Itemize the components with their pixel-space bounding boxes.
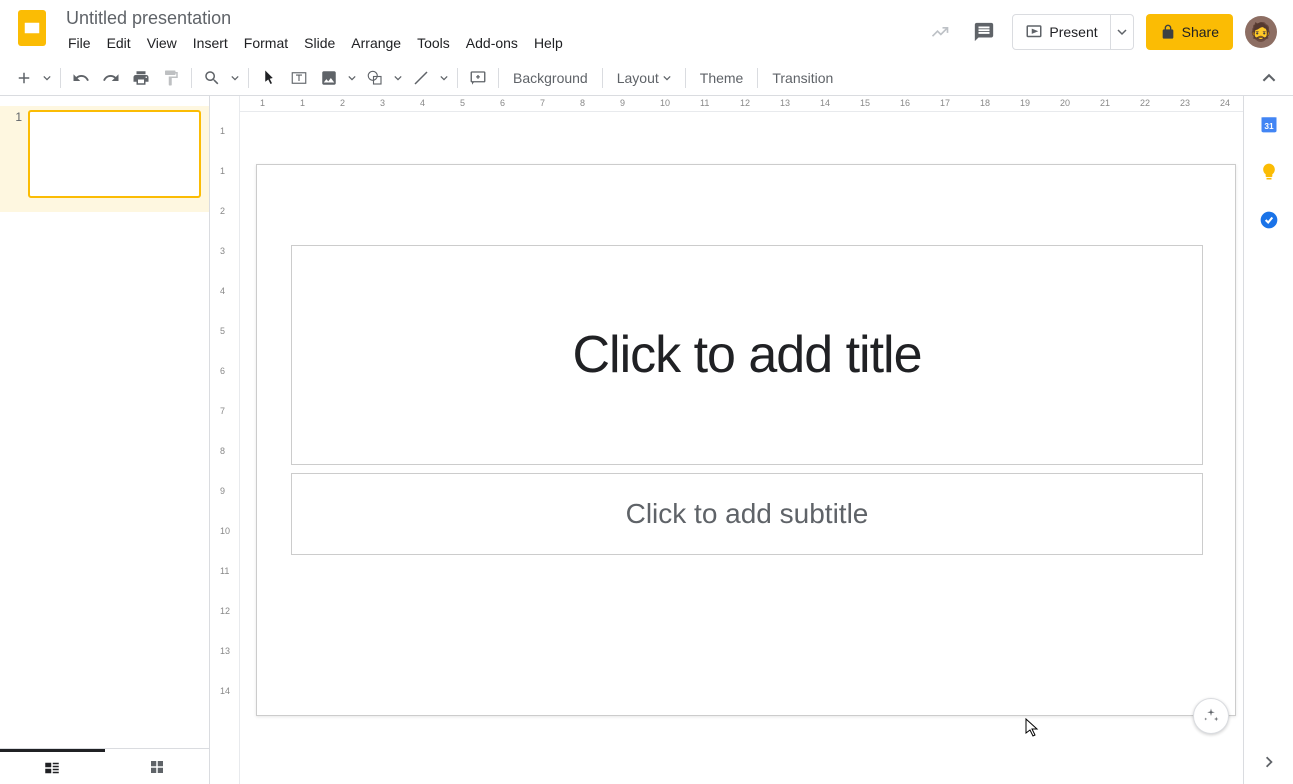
chevron-down-icon [663, 74, 671, 82]
header: Untitled presentation File Edit View Ins… [0, 0, 1293, 60]
textbox-tool[interactable] [285, 64, 313, 92]
slide-thumb-image [28, 110, 201, 198]
image-tool[interactable] [315, 64, 343, 92]
slide-canvas[interactable]: Click to add title Click to add subtitle [256, 164, 1236, 716]
editor-main: 1123456789101112131415161718192021222324… [240, 96, 1243, 784]
chevron-down-icon [1117, 27, 1127, 37]
present-icon [1025, 23, 1043, 41]
slide-number: 1 [8, 110, 28, 198]
image-dropdown[interactable] [345, 64, 359, 92]
line-dropdown[interactable] [437, 64, 451, 92]
tasks-icon[interactable] [1259, 210, 1279, 230]
zoom-button[interactable] [198, 64, 226, 92]
layout-button[interactable]: Layout [609, 64, 679, 92]
comment-tool[interactable] [464, 64, 492, 92]
menubar: File Edit View Insert Format Slide Arran… [60, 31, 924, 55]
new-slide-button[interactable] [10, 64, 38, 92]
present-label: Present [1049, 24, 1097, 40]
toolbar: Background Layout Theme Transition [0, 60, 1293, 96]
new-slide-dropdown[interactable] [40, 64, 54, 92]
horizontal-ruler[interactable]: 1123456789101112131415161718192021222324… [240, 96, 1243, 112]
document-title[interactable]: Untitled presentation [60, 6, 237, 30]
subtitle-placeholder-box[interactable]: Click to add subtitle [291, 473, 1203, 555]
keep-icon[interactable] [1259, 162, 1279, 182]
slides-logo-icon[interactable] [12, 8, 52, 48]
separator [248, 68, 249, 88]
separator [685, 68, 686, 88]
menu-file[interactable]: File [60, 31, 99, 55]
activity-icon[interactable] [924, 16, 956, 48]
separator [60, 68, 61, 88]
select-tool[interactable] [255, 64, 283, 92]
present-button[interactable]: Present [1013, 15, 1109, 49]
menu-addons[interactable]: Add-ons [458, 31, 526, 55]
explore-button[interactable] [1193, 698, 1229, 734]
theme-button[interactable]: Theme [692, 64, 752, 92]
zoom-dropdown[interactable] [228, 64, 242, 92]
separator [757, 68, 758, 88]
side-panel-expand[interactable] [1263, 756, 1275, 768]
svg-text:31: 31 [1264, 121, 1274, 131]
title-area: Untitled presentation File Edit View Ins… [60, 8, 924, 55]
separator [457, 68, 458, 88]
separator [498, 68, 499, 88]
slide-thumbnail-1[interactable]: 1 [0, 106, 209, 212]
canvas-area[interactable]: Click to add title Click to add subtitle [240, 112, 1243, 748]
menu-view[interactable]: View [139, 31, 185, 55]
grid-view-button[interactable] [105, 749, 210, 784]
main: 1 11234567891011121314 11234567891011121… [0, 96, 1293, 784]
line-tool[interactable] [407, 64, 435, 92]
title-placeholder-box[interactable]: Click to add title [291, 245, 1203, 465]
lock-icon [1160, 24, 1176, 40]
print-button[interactable] [127, 64, 155, 92]
collapse-toolbar-button[interactable] [1255, 64, 1283, 92]
menu-tools[interactable]: Tools [409, 31, 458, 55]
filmstrip-view-button[interactable] [0, 749, 105, 784]
share-label: Share [1182, 24, 1219, 40]
title-placeholder-text: Click to add title [572, 325, 921, 385]
user-avatar[interactable]: 🧔 [1245, 16, 1277, 48]
background-button[interactable]: Background [505, 64, 596, 92]
comments-icon[interactable] [968, 16, 1000, 48]
menu-slide[interactable]: Slide [296, 31, 343, 55]
menu-arrange[interactable]: Arrange [343, 31, 409, 55]
header-actions: Present Share 🧔 [924, 8, 1277, 50]
share-button[interactable]: Share [1146, 14, 1233, 50]
filmstrip-footer [0, 748, 209, 784]
calendar-icon[interactable]: 31 [1259, 114, 1279, 134]
present-dropdown[interactable] [1110, 15, 1133, 49]
redo-button[interactable] [97, 64, 125, 92]
undo-button[interactable] [67, 64, 95, 92]
filmstrip: 1 [0, 96, 210, 784]
layout-label: Layout [617, 70, 659, 86]
vertical-ruler[interactable]: 11234567891011121314 [210, 96, 240, 784]
menu-format[interactable]: Format [236, 31, 296, 55]
menu-insert[interactable]: Insert [185, 31, 236, 55]
shape-tool[interactable] [361, 64, 389, 92]
separator [191, 68, 192, 88]
separator [602, 68, 603, 88]
subtitle-placeholder-text: Click to add subtitle [626, 498, 869, 530]
menu-help[interactable]: Help [526, 31, 571, 55]
side-panel: 31 [1243, 96, 1293, 784]
paint-format-button[interactable] [157, 64, 185, 92]
mouse-cursor-icon [1025, 718, 1041, 738]
menu-edit[interactable]: Edit [99, 31, 139, 55]
shape-dropdown[interactable] [391, 64, 405, 92]
editor: 11234567891011121314 1123456789101112131… [210, 96, 1243, 784]
transition-button[interactable]: Transition [764, 64, 841, 92]
present-button-group: Present [1012, 14, 1133, 50]
